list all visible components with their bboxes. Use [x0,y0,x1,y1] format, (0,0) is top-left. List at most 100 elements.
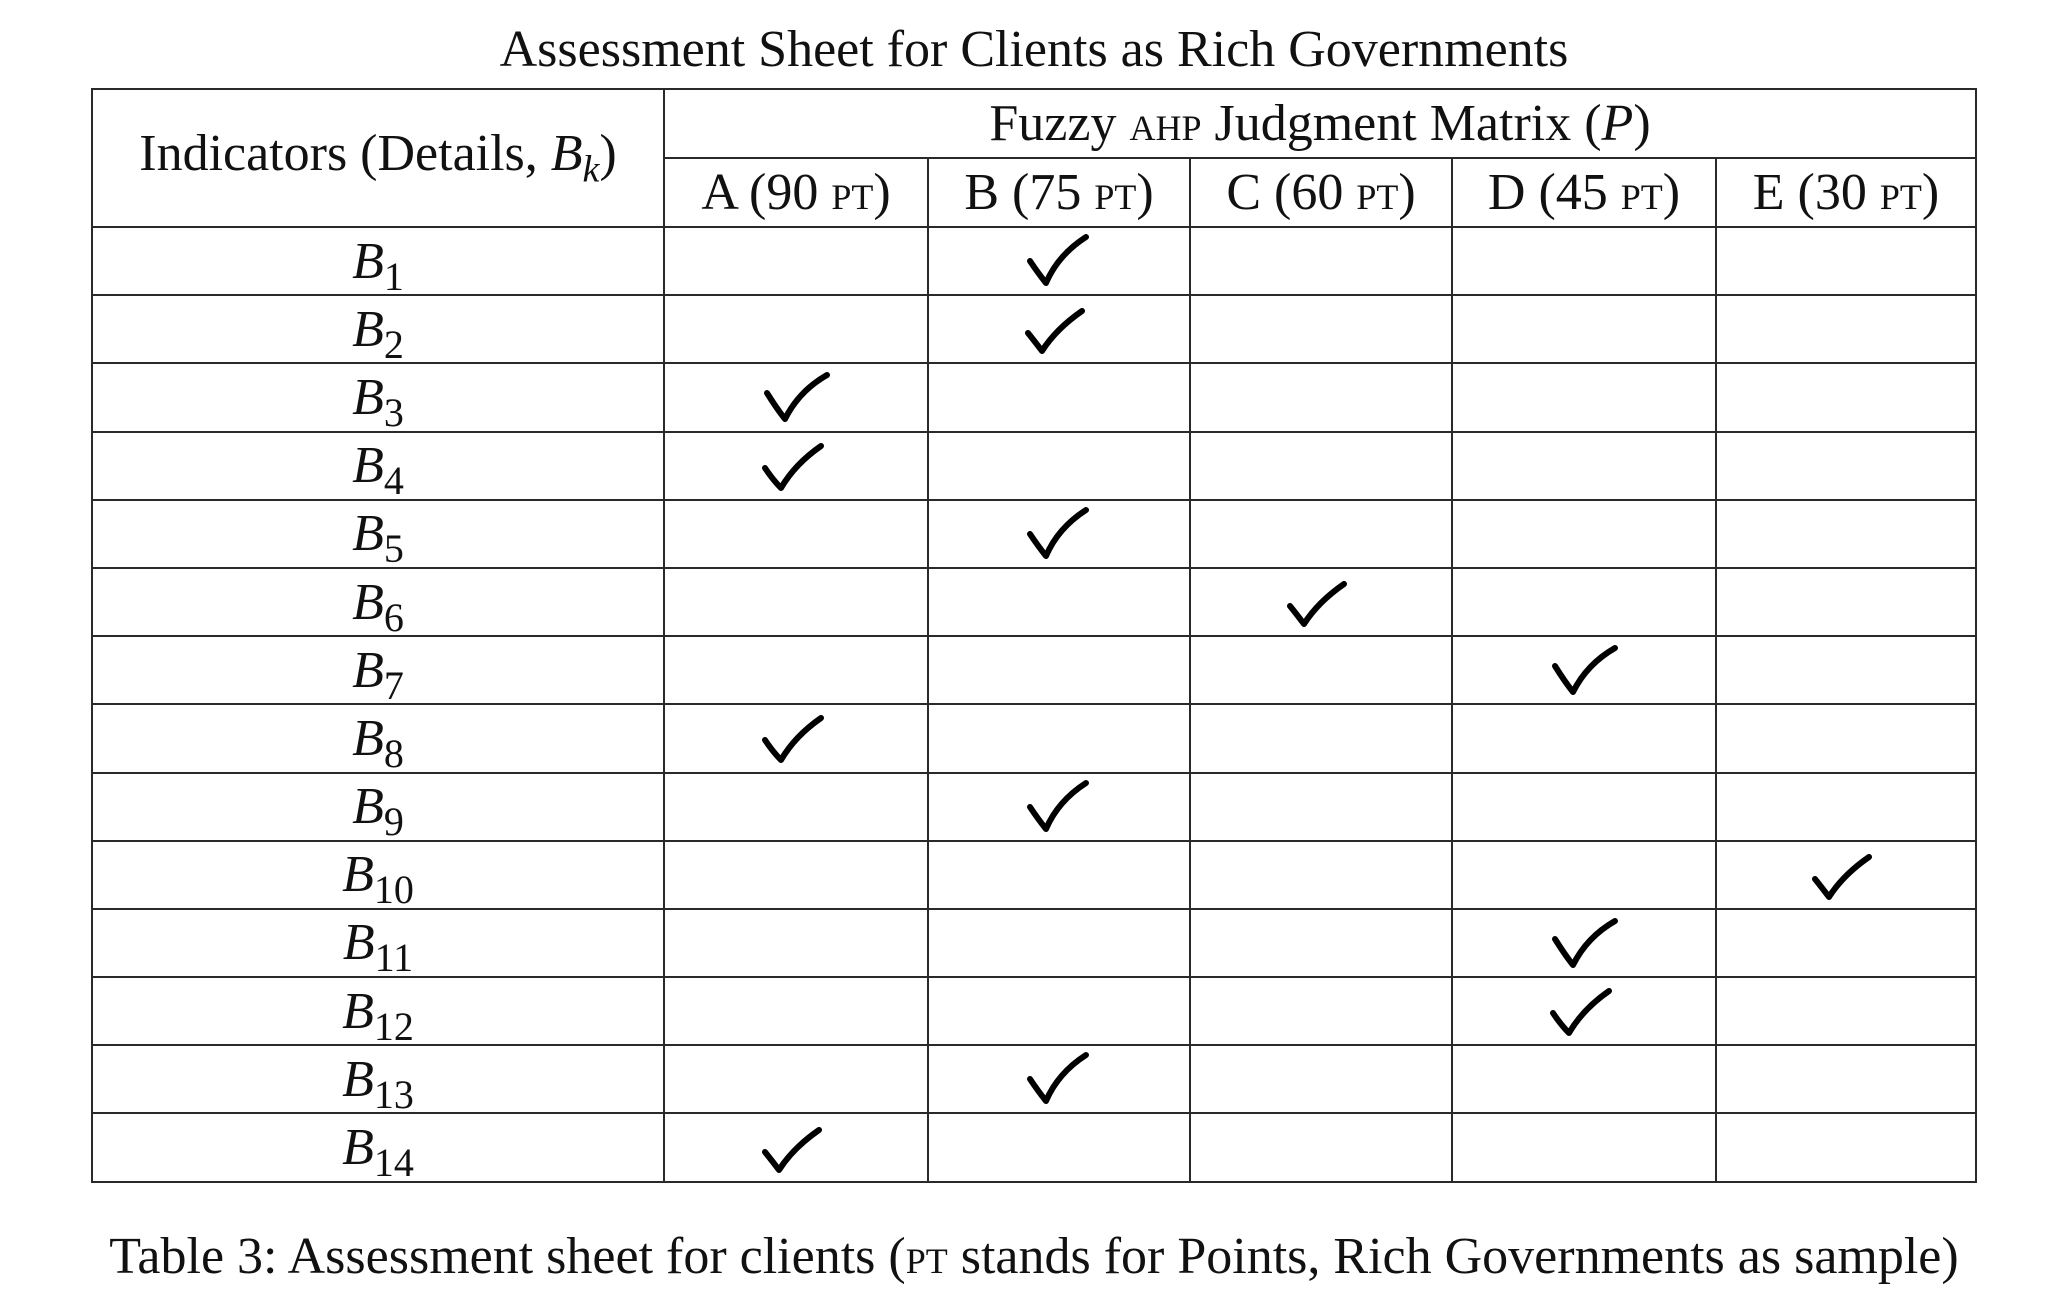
cell-b [927,976,1191,1047]
indicator-subscript: 6 [383,594,404,637]
checkmark-icon [1552,645,1618,696]
checkmark-icon [762,715,824,764]
cell-c [1189,976,1453,1047]
cell-e [1715,1044,1977,1115]
checkmark-icon [1550,988,1612,1037]
indicator-subscript: 3 [383,389,404,432]
cell-d [1451,225,1717,297]
cell-b [927,907,1191,979]
column-close: ) [873,164,891,221]
table-row: B6 [91,566,1977,638]
indicator-symbol: B [352,573,384,631]
indicator-subscript: 7 [383,662,404,705]
cell-d [1451,430,1717,501]
matrix-symbol: P [1601,95,1634,152]
cell-c [1189,1112,1453,1183]
cell-d [1451,907,1717,979]
indicator-subscript: 11 [374,935,414,978]
table-body: B1 B2 B3 B4 B5 B6 B7 B8 B9 B10 B11 B12 B13 B14 [91,225,1977,1183]
cell-d [1451,1044,1717,1115]
indicator-label: B7 [91,635,665,706]
cell-c [1189,294,1453,365]
column-close: ) [1662,164,1681,221]
indicator-label: B8 [91,703,665,774]
indicator-label: B3 [91,362,665,433]
column-close: ) [1921,164,1940,221]
indicator-subscript: 13 [373,1071,414,1114]
matrix-prefix: Fuzzy [989,95,1130,152]
column-unit: pt [1620,164,1663,221]
cell-b [927,566,1191,638]
indicator-symbol: B [352,300,384,358]
cell-a [663,430,929,501]
cell-d [1451,839,1717,910]
cell-c [1189,635,1453,706]
cell-d [1451,635,1717,706]
cell-a [663,294,929,365]
sheet-title: Assessment Sheet for Clients as Rich Gov… [499,21,1569,78]
indicator-symbol: B [352,232,384,290]
cell-e [1715,294,1977,365]
indicator-symbol: B [342,1119,374,1177]
cell-e [1715,225,1977,297]
column-label: D (45 [1487,164,1621,221]
caption-suffix: stands for Points, Rich Governments as s… [947,1228,1959,1285]
cell-c [1189,839,1453,910]
cell-d [1451,771,1717,842]
matrix-close: ) [1633,95,1651,152]
indicator-subscript: 12 [373,1003,414,1046]
checkmark-icon [1027,779,1089,832]
checkmark-icon [1552,917,1618,968]
checkmark-icon [1027,1052,1089,1105]
column-header-d: D (45 pt) [1451,157,1717,228]
table-caption: Table 3: Assessment sheet for clients (p… [0,1222,2068,1292]
matrix-abbrev: ahp [1129,95,1202,152]
cell-d [1451,498,1717,569]
indicator-symbol: B [342,982,374,1040]
table-row: B12 [91,976,1977,1047]
column-header-a: A (90 pt) [663,157,929,228]
indicator-subscript: 9 [383,799,404,841]
cell-c [1189,771,1453,842]
cell-b [927,362,1191,433]
cell-e [1715,1112,1977,1183]
cell-c [1189,566,1453,638]
checkmark-icon [1025,308,1085,355]
column-header-e: E (30 pt) [1715,157,1977,228]
indicator-label: B4 [91,430,665,501]
cell-b [927,771,1191,842]
column-unit: pt [1094,164,1137,221]
table-row: B5 [91,498,1977,569]
indicator-symbol: B [352,641,384,699]
table-row: B8 [91,703,1977,774]
cell-e [1715,976,1977,1047]
cell-b [927,839,1191,910]
cell-b [927,703,1191,774]
indicator-label: B9 [91,771,665,842]
indicator-symbol: B [352,368,384,426]
indicator-subscript: 2 [383,321,404,364]
column-unit: pt [831,164,874,221]
cell-a [663,362,929,433]
cell-c [1189,1044,1453,1115]
indicators-symbol: B [550,125,583,183]
cell-a [663,1112,929,1183]
cell-d [1451,976,1717,1047]
indicator-label: B1 [91,225,665,297]
cell-a [663,1044,929,1115]
table-row: B1 [91,225,1977,297]
column-close: ) [1136,164,1154,221]
indicator-subscript: 8 [383,730,404,773]
cell-c [1189,362,1453,433]
cell-e [1715,907,1977,979]
indicator-label: B5 [91,498,665,569]
cell-c [1189,498,1453,569]
matrix-suffix: Judgment Matrix ( [1201,95,1602,152]
cell-a [663,771,929,842]
checkmark-icon [1027,506,1089,559]
column-close: ) [1398,164,1416,221]
indicator-subscript: 1 [383,253,404,296]
cell-a [663,839,929,910]
table-row: B13 [91,1044,1977,1115]
column-label: E (30 [1752,164,1880,221]
